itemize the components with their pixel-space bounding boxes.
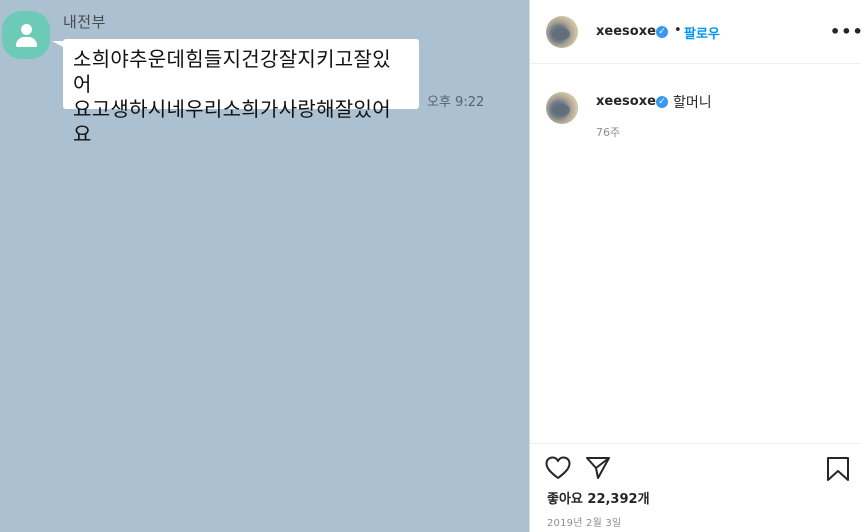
more-options-icon[interactable]: •••	[830, 22, 861, 41]
chat-screenshot: 내전부 소희야추운데힘들지건강잘지키고잘있어 요고생하시네우리소희가사랑해잘있어요…	[0, 0, 529, 532]
message-timestamp: 오후 9:22	[427, 95, 485, 110]
author-username[interactable]: xeesoxee	[596, 24, 665, 39]
author-avatar[interactable]	[546, 16, 578, 48]
message-line-1: 소희야추운데힘들지건강잘지키고잘있어	[73, 47, 391, 96]
comment-avatar[interactable]	[546, 92, 578, 124]
message-bubble: 소희야추운데힘들지건강잘지키고잘있어 요고생하시네우리소희가사랑해잘있어요	[63, 39, 419, 146]
message-text: 소희야추운데힘들지건강잘지키고잘있어 요고생하시네우리소희가사랑해잘있어요	[73, 47, 409, 147]
likes-count[interactable]: 좋아요 22,392개	[547, 488, 650, 507]
follow-button[interactable]: 팔로우	[684, 23, 720, 42]
share-icon[interactable]	[585, 456, 611, 484]
comment-age: 76주	[596, 126, 621, 139]
post-date: 2019년 2월 3일	[547, 518, 622, 529]
comment-text: 할머니	[673, 95, 712, 111]
comment-username[interactable]: xeesoxee	[596, 94, 665, 109]
profile-avatar-icon	[2, 11, 50, 59]
header-separator: •	[674, 23, 682, 38]
post-panel: xeesoxee ✓ • 팔로우 ••• xeesoxee ✓ 할머니 76주 …	[530, 0, 861, 532]
verified-badge-icon: ✓	[656, 26, 668, 38]
actions-divider	[530, 443, 861, 444]
bookmark-icon[interactable]	[826, 456, 850, 486]
heart-icon[interactable]	[545, 456, 571, 484]
comment-verified-badge-icon: ✓	[656, 96, 668, 108]
sender-name: 내전부	[63, 13, 106, 31]
post-header: xeesoxee ✓ • 팔로우 •••	[530, 0, 861, 64]
message-line-2: 요고생하시네우리소희가사랑해잘있어요	[73, 97, 391, 146]
